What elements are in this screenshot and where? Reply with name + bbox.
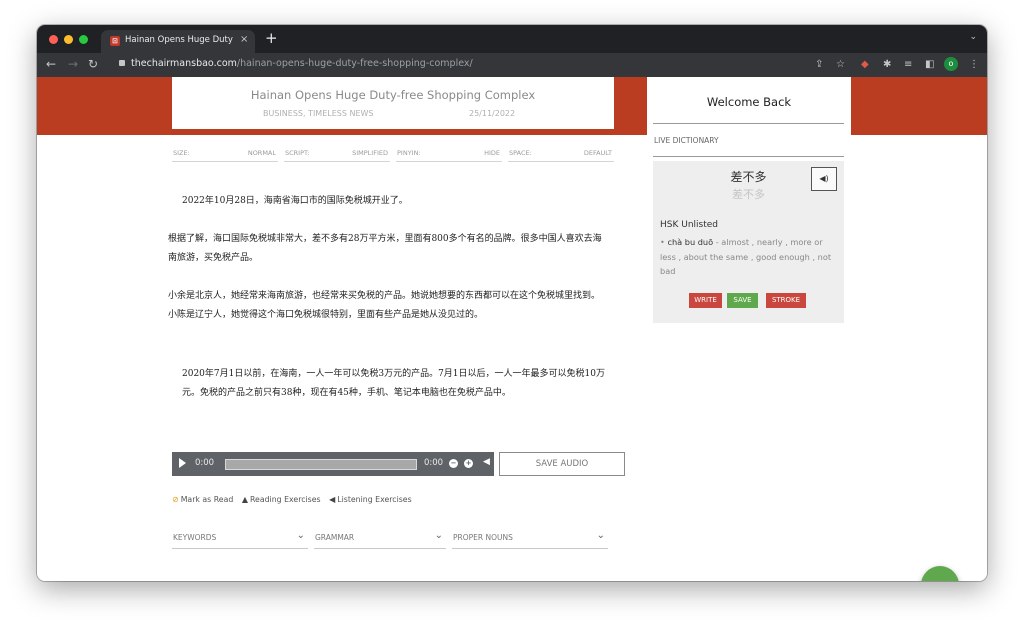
article-paragraph[interactable]: 2020年7月1日以前，在海南，一人一年可以免税3万元的产品。7月1日以后，一人… [182,365,610,403]
article-title: Hainan Opens Huge Duty-free Shopping Com… [250,88,536,102]
size-value: NORMAL [247,149,276,157]
save-button[interactable]: SAVE [727,293,758,308]
hsk-level: HSK Unlisted [660,220,719,230]
size-select[interactable]: SIZE: NORMAL [172,147,278,162]
live-dictionary-label: LIVE DICTIONARY [654,136,719,145]
script-label: SCRIPT: [285,149,310,157]
new-tab-button[interactable]: + [265,29,278,47]
pinyin-value: HIDE [484,149,500,157]
stroke-button[interactable]: STROKE [766,293,806,308]
tab-bar: ⊡ Hainan Opens Huge Duty-free Shopping C… [37,25,987,53]
divider [653,156,844,157]
browser-window: ⊡ Hainan Opens Huge Duty-free Shopping C… [37,25,987,581]
speaker-icon: ◀ [329,495,336,504]
reload-icon[interactable]: ↻ [88,56,98,72]
space-value: DEFAULT [583,149,612,157]
article-paragraph[interactable]: 根据了解，海口国际免税城非常大，差不多有28万平方米，里面有800多个有名的品牌… [168,230,606,268]
space-label: SPACE: [509,149,532,157]
dictionary-definition: • chà bu duō - almost , nearly , more or… [660,237,832,276]
minimize-window-button[interactable] [64,35,73,44]
pronounce-speaker-icon[interactable]: ◀) [811,167,837,191]
article-paragraph[interactable]: 小余是北京人，她经常来海南旅游，也经常来买免税的产品。她说她想要的东西都可以在这… [168,287,606,325]
proper-nouns-label: PROPER NOUNS [453,533,513,542]
dictionary-panel: 差不多 差不多 ◀) HSK Unlisted • chà bu duō - a… [653,161,844,323]
article-actions: ⊘ Mark as Read ▲ Reading Exercises ◀ Listen… [172,495,418,507]
chevron-down-icon: ⌄ [596,530,605,541]
reading-exercises-label: Reading Exercises [249,495,321,504]
reading-settings: SIZE: NORMAL SCRIPT: SIMPLIFIED PINYIN: … [172,147,614,163]
audio-progress-bar[interactable] [225,459,417,470]
play-icon[interactable] [179,458,186,468]
extensions-puzzle-icon[interactable]: ✱ [883,58,891,71]
audio-duration: 0:00 [424,458,444,468]
script-select[interactable]: SCRIPT: SIMPLIFIED [284,147,390,162]
url-host: thechairmansbao.com [131,58,237,69]
article-category[interactable]: BUSINESS, TIMELESS NEWS [263,109,374,118]
page-content: Hainan Opens Huge Duty-free Shopping Com… [37,77,987,581]
share-icon[interactable]: ⇪ [815,58,823,71]
ublock-extension-icon[interactable]: ◆ [861,58,869,71]
dictionary-pinyin: chà bu duō [667,237,714,247]
browser-tab[interactable]: ⊡ Hainan Opens Huge Duty-free Shopping C… [101,30,255,53]
pinyin-label: PINYIN: [397,149,421,157]
listening-exercises-link[interactable]: ◀ Listening Exercises [329,495,412,504]
reading-exercises-link[interactable]: ▲ Reading Exercises [242,495,321,504]
mark-as-read-link[interactable]: ⊘ Mark as Read [172,495,233,504]
sidebar: Welcome Back LIVE DICTIONARY 差不多 差不多 ◀) … [647,77,851,581]
url-path: /hainan-opens-huge-duty-free-shopping-co… [236,58,473,69]
divider [653,123,844,124]
back-arrow-button[interactable]: ◀ [921,566,959,581]
site-favicon-icon: ⊡ [110,36,120,46]
size-label: SIZE: [173,149,190,157]
write-button[interactable]: WRITE [689,293,722,308]
article-date: 25/11/2022 [469,109,516,118]
close-window-button[interactable] [49,35,58,44]
article-header: Hainan Opens Huge Duty-free Shopping Com… [172,77,614,129]
tab-title: Hainan Opens Huge Duty-free Shopping Com… [125,35,233,45]
keywords-label: KEYWORDS [173,533,217,542]
save-audio-button[interactable]: SAVE AUDIO [499,452,625,476]
check-circle-icon: ⊘ [172,495,179,504]
script-value: SIMPLIFIED [352,149,388,157]
speed-down-icon[interactable]: − [449,459,458,468]
lock-icon [119,60,125,66]
grammar-label: GRAMMAR [315,533,355,542]
chevron-down-icon: ⌄ [296,530,305,541]
mark-as-read-label: Mark as Read [180,495,234,504]
tab-search-chevron-icon[interactable]: ⌄ [969,32,977,42]
grammar-dropdown[interactable]: GRAMMAR ⌄ [314,528,446,549]
keywords-dropdown[interactable]: KEYWORDS ⌄ [172,528,308,549]
tab-close-icon[interactable]: × [240,34,248,45]
volume-icon[interactable]: ◀ [483,457,490,467]
audio-current-time: 0:00 [195,458,215,468]
proper-nouns-dropdown[interactable]: PROPER NOUNS ⌄ [452,528,608,549]
chevron-down-icon: ⌄ [434,530,443,541]
bookmark-star-icon[interactable]: ☆ [836,58,845,71]
profile-avatar[interactable]: o [944,57,958,71]
side-panel-icon[interactable]: ◧ [925,58,934,71]
welcome-heading: Welcome Back [706,95,792,109]
reading-list-icon[interactable]: ≡ [904,58,912,71]
zoom-window-button[interactable] [79,35,88,44]
forward-arrow-icon[interactable]: → [68,56,78,72]
audio-player: 0:00 0:00 − + ◀ [172,452,494,476]
back-arrow-icon[interactable]: ← [46,56,56,72]
pinyin-select[interactable]: PINYIN: HIDE [396,147,502,162]
article-paragraph[interactable]: 2022年10月28日，海南省海口市的国际免税城开业了。 [182,192,622,211]
browser-menu-icon[interactable]: ⋮ [969,58,979,71]
address-bar: ← → ↻ thechairmansbao.com/hainan-opens-h… [37,53,987,77]
listening-exercises-label: Listening Exercises [337,495,412,504]
speed-up-icon[interactable]: + [464,459,473,468]
graduation-cap-icon: ▲ [241,495,248,504]
url-field[interactable]: thechairmansbao.com/hainan-opens-huge-du… [119,58,473,69]
space-select[interactable]: SPACE: DEFAULT [508,147,614,162]
